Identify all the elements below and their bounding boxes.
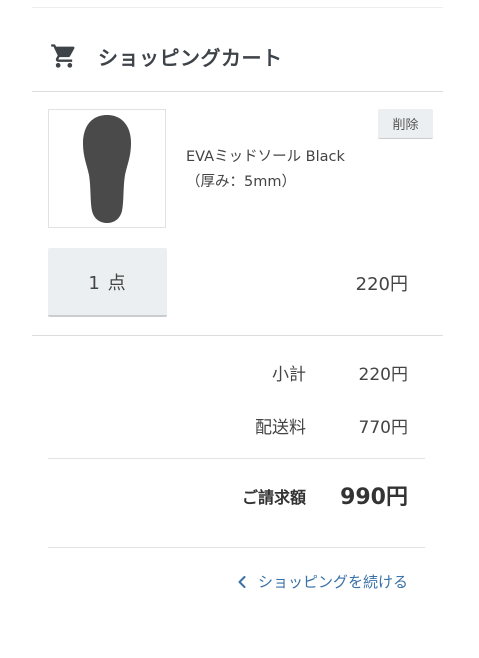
product-name-line1: EVAミッドソール Black	[186, 149, 345, 165]
quantity-button[interactable]: 1 点	[48, 248, 167, 317]
top-divider	[32, 7, 443, 8]
subtotal-label: 小計	[272, 365, 306, 385]
delete-button[interactable]: 削除	[378, 109, 433, 139]
item-price: 220円	[355, 274, 408, 295]
product-name-line2: （厚み：5mm）	[186, 174, 296, 190]
shopping-cart-icon	[51, 44, 75, 68]
shipping-label: 配送料	[255, 418, 306, 438]
shipping-value: 770円	[358, 418, 408, 438]
cart-header: ショッピングカート	[50, 40, 283, 72]
continue-shopping-label: ショッピングを続ける	[257, 573, 408, 591]
total-divider	[48, 547, 425, 548]
item-divider	[32, 335, 443, 336]
total-value: 990円	[340, 485, 408, 510]
header-divider	[32, 91, 443, 92]
chevron-left-icon	[238, 575, 246, 588]
product-name[interactable]: EVAミッドソール Black （厚み：5mm）	[186, 145, 376, 195]
insole-icon	[83, 114, 131, 223]
page-title: ショッピングカート	[98, 45, 283, 70]
product-thumbnail[interactable]	[48, 109, 166, 228]
continue-shopping-link[interactable]: ショッピングを続ける	[238, 571, 408, 592]
summary-divider	[48, 458, 425, 459]
subtotal-value: 220円	[358, 365, 408, 385]
total-label: ご請求額	[241, 488, 306, 507]
